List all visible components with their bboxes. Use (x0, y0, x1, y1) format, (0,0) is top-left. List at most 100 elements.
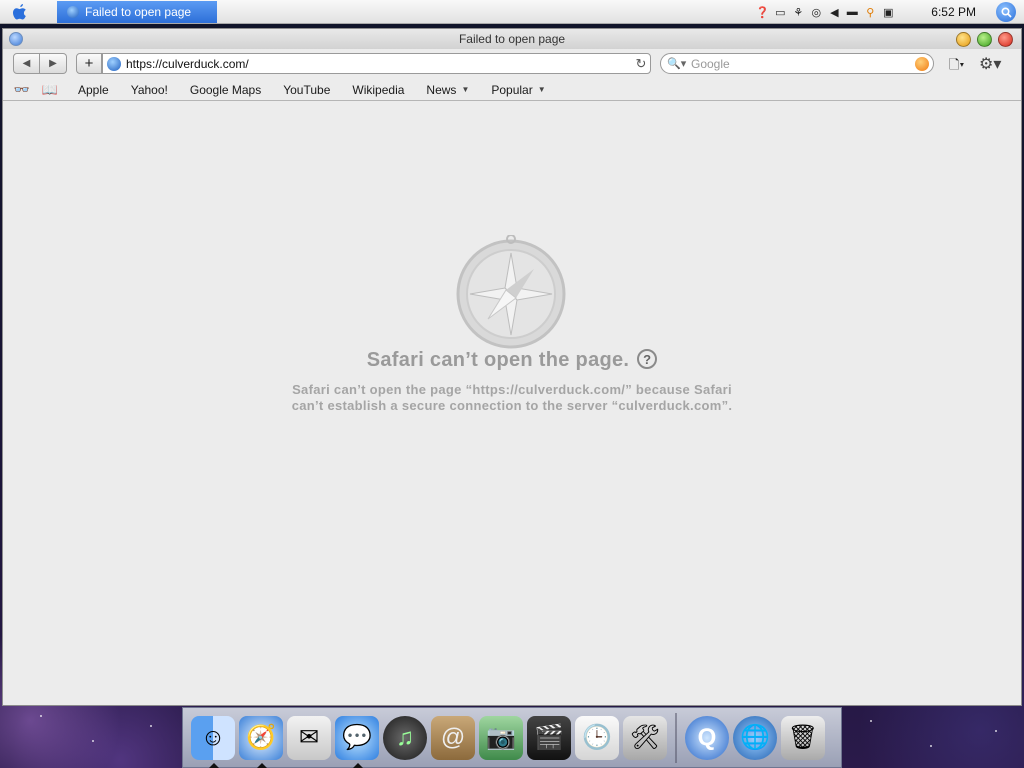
bookmark-google-maps[interactable]: Google Maps (190, 83, 261, 97)
globe-icon: 🌐 (740, 724, 770, 751)
bookmark-yahoo[interactable]: Yahoo! (131, 83, 168, 97)
add-bookmark-button[interactable]: + (76, 53, 102, 74)
safari-icon: 🧭 (246, 724, 276, 751)
bookmark-label: News (426, 82, 457, 97)
search-field[interactable]: 🔍▾ (660, 53, 934, 74)
dock-quicktime[interactable]: Q (685, 715, 729, 760)
dock-itunes[interactable]: ♫ (383, 715, 427, 760)
dock-mail[interactable]: ✉ (287, 715, 331, 760)
running-indicator (257, 762, 267, 768)
bookmark-apple[interactable]: Apple (78, 83, 109, 97)
help-icon[interactable]: ❓ (755, 5, 769, 19)
bookmark-wikipedia[interactable]: Wikipedia (352, 83, 404, 97)
battery-icon[interactable]: ▭ (773, 5, 787, 19)
volume-icon[interactable]: ◀ (827, 5, 841, 19)
snapback-icon[interactable] (915, 56, 929, 71)
star (150, 725, 152, 727)
dock-finder[interactable]: ☺ (191, 715, 235, 768)
dock: ☺ 🧭 ✉ 💬 ♫ @ 📷 🎬 🕒 🛠 Q 🌐 🗑 (182, 707, 842, 768)
dock-ical[interactable]: 🕒 (575, 715, 619, 760)
bookmark-youtube[interactable]: YouTube (283, 83, 330, 97)
running-indicator (209, 762, 219, 768)
itunes-icon: ♫ (396, 723, 414, 751)
bookmark-label: Yahoo! (130, 82, 168, 97)
help-button[interactable]: ? (637, 349, 658, 369)
search-icon (1000, 6, 1012, 18)
gear-menu-button[interactable]: ⚙▾ (979, 54, 1001, 74)
page-icon: 🗋 (949, 57, 960, 72)
bookmarks-bar: 👓 📖 Apple Yahoo! Google Maps YouTube Wik… (3, 79, 1021, 101)
address-bar[interactable]: https://culverduck.com/ ↻ (102, 53, 651, 74)
bookmark-news[interactable]: News ▼ (426, 83, 469, 97)
menu-bar: Failed to open page ❓ ▭ ⚘ ◎ ◀ ▬ ⚲ ▣ 6:52… (0, 0, 1024, 24)
network-icon[interactable]: ⚘ (791, 5, 805, 19)
dock-network[interactable]: 🌐 (733, 715, 777, 760)
dock-address-book[interactable]: @ (431, 715, 475, 760)
star (995, 730, 997, 732)
monitor-icon[interactable]: ▣ (881, 5, 895, 19)
error-desc-line: can’t establish a secure connection to t… (291, 398, 733, 413)
url-text[interactable]: https://culverduck.com/ (126, 57, 632, 71)
dock-iphoto[interactable]: 📷 (479, 715, 523, 760)
forward-button[interactable]: ▶ (40, 53, 67, 74)
title-bar[interactable]: Failed to open page (3, 29, 1021, 49)
bookmarks-book-icon[interactable]: 📖 (39, 82, 61, 98)
menu-clock[interactable]: 6:52 PM (931, 5, 976, 19)
browser-toolbar: ◀ ▶ + https://culverduck.com/ ↻ 🔍▾ 🗋▾ ⚙▾ (3, 49, 1021, 79)
quicktime-icon: Q (697, 723, 717, 751)
minimize-button[interactable] (956, 32, 971, 47)
bookmark-label: Google Maps (189, 82, 262, 97)
star (930, 745, 932, 747)
reading-list-icon[interactable]: 👓 (11, 82, 33, 98)
window-menu-icon[interactable] (9, 32, 23, 46)
spotlight-button[interactable] (996, 2, 1016, 22)
star (40, 715, 42, 717)
dock-ichat[interactable]: 💬 (335, 715, 379, 768)
star (92, 740, 94, 742)
chevron-down-icon: ▼ (537, 85, 546, 94)
dock-imovie[interactable]: 🎬 (527, 715, 571, 760)
window-controls (956, 32, 1013, 47)
apple-menu[interactable] (0, 0, 40, 24)
apple-icon (13, 3, 26, 19)
dock-safari[interactable]: 🧭 (239, 715, 283, 768)
reload-button[interactable]: ↻ (632, 56, 650, 72)
error-title: Safari can’t open the page. (366, 349, 630, 371)
chevron-down-icon: ▼ (461, 85, 470, 94)
search-icon[interactable]: 🔍▾ (667, 57, 687, 70)
bookmark-label: YouTube (283, 82, 331, 97)
back-button[interactable]: ◀ (13, 53, 40, 74)
ical-icon: 🕒 (582, 724, 612, 751)
status-tray: ❓ ▭ ⚘ ◎ ◀ ▬ ⚲ ▣ 6:52 PM (753, 0, 1024, 24)
iphoto-icon: 📷 (486, 724, 516, 751)
nav-buttons: ◀ ▶ (13, 53, 67, 74)
safari-window: Failed to open page ◀ ▶ + https://culver… (2, 28, 1022, 706)
active-window-tab[interactable]: Failed to open page (57, 0, 217, 23)
safari-icon (67, 5, 79, 18)
bookmark-popular[interactable]: Popular ▼ (491, 83, 545, 97)
bookmark-label: Wikipedia (352, 82, 405, 97)
search-input[interactable] (691, 56, 915, 71)
trash-icon: 🗑 (787, 724, 819, 751)
finder-icon: ☺ (200, 723, 226, 751)
compass-icon (456, 235, 566, 349)
dock-utilities[interactable]: 🛠 (623, 715, 667, 760)
error-title-row: Safari can’t open the page.? (3, 349, 1021, 372)
running-indicator (353, 762, 363, 768)
cd-icon[interactable]: ◎ (809, 5, 823, 19)
close-button[interactable] (998, 32, 1013, 47)
dock-separator (675, 712, 677, 763)
star (870, 720, 872, 722)
window-title: Failed to open page (458, 32, 566, 46)
bookmark-label: Apple (78, 82, 109, 97)
page-content: Safari can’t open the page.? Safari can’… (3, 101, 1021, 705)
dock-trash[interactable]: 🗑 (781, 715, 825, 760)
display-icon[interactable]: ▬ (845, 5, 859, 19)
key-icon[interactable]: ⚲ (863, 5, 877, 19)
page-menu-button[interactable]: 🗋▾ (949, 56, 964, 78)
error-description: Safari can’t open the page “https://culv… (3, 382, 1021, 414)
error-desc-line: Safari can’t open the page “https://culv… (292, 382, 732, 397)
mail-icon: ✉ (298, 724, 320, 751)
bookmark-label: Popular (491, 82, 533, 97)
zoom-button[interactable] (977, 32, 992, 47)
